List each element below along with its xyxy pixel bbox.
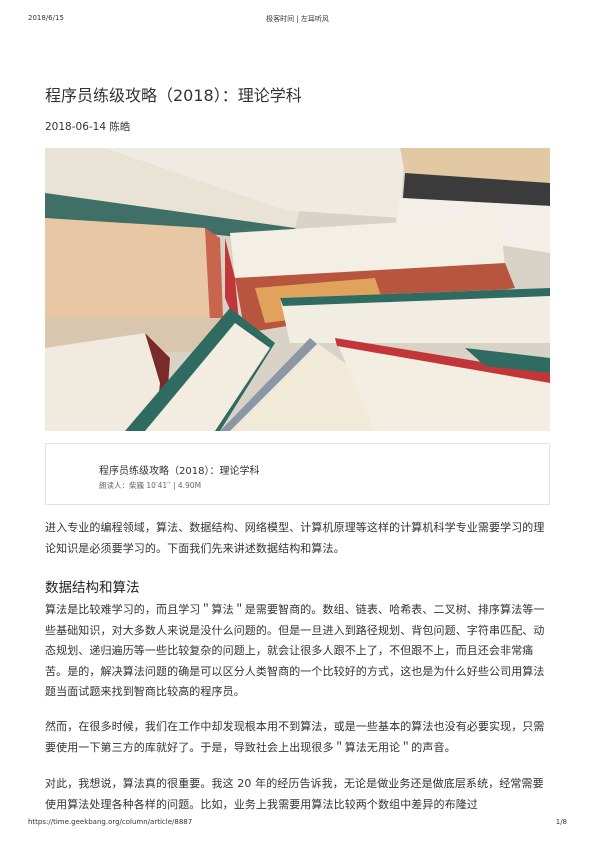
page-number: 1/8 [555,818,567,826]
body-paragraph: 然而，在很多时候，我们在工作中却发现根本用不到算法，或是一些基本的算法也没有必要… [45,720,545,754]
print-site-title: 极客时间 | 左耳听风 [266,15,329,23]
audio-title: 程序员练级攻略（2018）：理论学科 [99,466,260,477]
audio-meta: 朗读人：柴巍 10′41′′ | 4.90M [99,481,202,490]
books-illustration [45,148,550,431]
intro-paragraph: 进入专业的编程领域，算法、数据结构、网络模型、计算机原理等这样的计算机科学专业需… [45,521,545,555]
cover-image [45,148,550,431]
section-heading: 数据结构和算法 [45,580,140,596]
article-title: 程序员练级攻略（2018）：理论学科 [45,86,302,105]
article-meta: 2018-06-14 陈皓 [45,121,131,133]
body-paragraph: 对此，我想说，算法真的很重要。我这 20 年的经历告诉我，无论是做业务还是做底层… [45,777,544,811]
print-footer: https://time.geekbang.org/column/article… [28,818,567,830]
page-url: https://time.geekbang.org/column/article… [28,818,193,826]
print-header: 2018/6/15 极客时间 | 左耳听风 [28,14,567,26]
audio-player-card[interactable]: 程序员练级攻略（2018）：理论学科 朗读人：柴巍 10′41′′ | 4.90… [45,443,550,505]
body-paragraph: 算法是比较难学习的，而且学习＂算法＂是需要智商的。数组、链表、哈希表、二叉树、排… [45,603,545,698]
